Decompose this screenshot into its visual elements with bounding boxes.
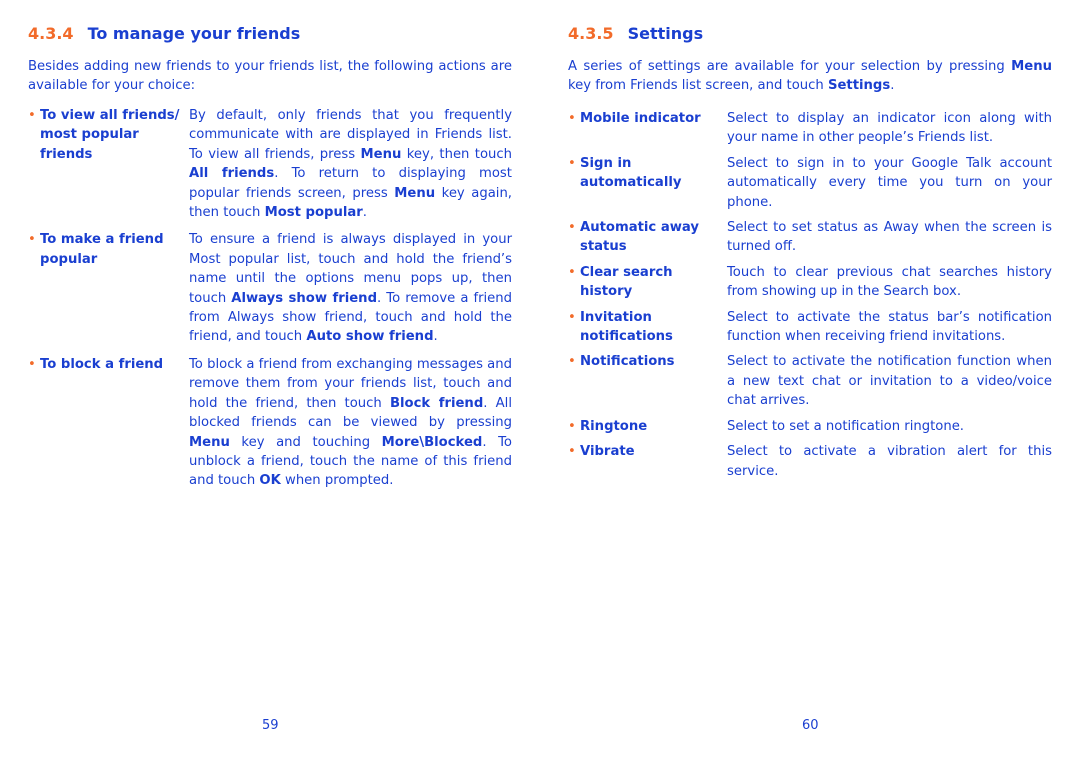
list-item: • To view all friends/ most popular frien… bbox=[28, 106, 512, 222]
emphasis-text: More\Blocked bbox=[381, 434, 483, 450]
list-item: • To make a friend popular To ensure a fri… bbox=[28, 230, 512, 346]
settings-list: • Mobile indicator Select to display an in… bbox=[568, 109, 1052, 481]
item-term: Sign in automatically bbox=[580, 155, 682, 191]
bullet-icon: • bbox=[568, 418, 576, 434]
item-term: Vibrate bbox=[580, 444, 635, 460]
item-description: Select to activate a vibration alert for… bbox=[727, 444, 1052, 479]
list-item: • Ringtone Select to set a notification ri… bbox=[568, 417, 1052, 436]
item-term: Ringtone bbox=[580, 418, 648, 434]
item-term: Automatic away status bbox=[580, 220, 700, 255]
section-number: 4.3.5 bbox=[568, 24, 614, 43]
section-title: Settings bbox=[627, 24, 704, 43]
emphasis-text: Settings bbox=[827, 78, 891, 94]
bullet-icon: • bbox=[568, 354, 576, 370]
emphasis-text: Menu bbox=[189, 434, 230, 450]
bullet-icon: • bbox=[568, 309, 576, 325]
bullet-icon: • bbox=[28, 356, 36, 372]
page-number-left: 59 bbox=[262, 718, 279, 733]
emphasis-text: Menu bbox=[1011, 59, 1052, 74]
bullet-icon: • bbox=[568, 111, 576, 126]
list-item: • Mobile indicator Select to display an in… bbox=[568, 109, 1052, 148]
bullet-icon: • bbox=[28, 232, 36, 248]
actions-list: • To view all friends/ most popular frien… bbox=[28, 106, 512, 491]
list-item: • Notifications Select to activate the not… bbox=[568, 352, 1052, 410]
item-description: To block a friend from exchanging messag… bbox=[189, 356, 513, 489]
item-term: To block a friend bbox=[40, 356, 164, 372]
list-item: • Automatic away status Select to set stat… bbox=[568, 218, 1052, 257]
bullet-icon: • bbox=[568, 220, 576, 236]
list-item: • Vibrate Select to activate a vibration a… bbox=[568, 442, 1052, 481]
section-title: To manage your friends bbox=[87, 24, 301, 43]
item-description: Select to set status as Away when the sc… bbox=[727, 220, 1052, 255]
item-term: Notifications bbox=[580, 354, 675, 370]
bullet-icon: • bbox=[28, 108, 36, 123]
list-item: • Invitation notifications Select to activ… bbox=[568, 308, 1052, 347]
item-description: Select to set a notification ringtone. bbox=[727, 418, 964, 434]
section-intro: Besides adding new friends to your frien… bbox=[28, 59, 512, 94]
emphasis-text: Menu bbox=[360, 146, 402, 162]
emphasis-text: Most popular bbox=[264, 205, 363, 221]
emphasis-text: Auto show friend bbox=[306, 329, 434, 345]
item-description: Select to activate the status bar’s noti… bbox=[727, 309, 1052, 345]
emphasis-text: Menu bbox=[394, 185, 436, 201]
item-term: To make a friend popular bbox=[40, 232, 164, 267]
item-description: Select to sign in to your Google Talk ac… bbox=[727, 155, 1052, 210]
item-term: Invitation notifications bbox=[580, 309, 673, 345]
section-heading: 4.3.5 Settings bbox=[568, 24, 703, 43]
list-item: • Sign in automatically Select to sign in … bbox=[568, 154, 1052, 212]
bullet-icon: • bbox=[568, 444, 576, 460]
bullet-icon: • bbox=[568, 264, 576, 280]
section-heading: 4.3.4 To manage your friends bbox=[28, 24, 300, 43]
list-item: • To block a friend To block a friend from… bbox=[28, 355, 512, 491]
emphasis-text: Always show friend bbox=[231, 290, 378, 306]
section-intro: A series of settings are available for y… bbox=[568, 59, 1052, 94]
emphasis-text: All friends bbox=[189, 166, 275, 182]
item-term: Mobile indicator bbox=[580, 111, 701, 126]
item-description: To ensure a friend is always displayed i… bbox=[189, 232, 513, 345]
bullet-icon: • bbox=[568, 155, 576, 171]
section-number: 4.3.4 bbox=[28, 24, 74, 43]
item-description: By default, only friends that you freque… bbox=[189, 108, 513, 221]
item-term: To view all friends/ most popular friend… bbox=[40, 108, 180, 162]
item-description: Select to display an indicator icon alon… bbox=[727, 111, 1052, 146]
item-term: Clear search history bbox=[580, 264, 673, 300]
page-number-right: 60 bbox=[802, 718, 819, 733]
item-description: Select to activate the notification func… bbox=[727, 354, 1052, 409]
emphasis-text: Block friend bbox=[389, 395, 484, 411]
list-item: • Clear search history Touch to clear prev… bbox=[568, 263, 1052, 302]
emphasis-text: OK bbox=[259, 473, 281, 489]
item-description: Touch to clear previous chat searches hi… bbox=[727, 264, 1052, 300]
